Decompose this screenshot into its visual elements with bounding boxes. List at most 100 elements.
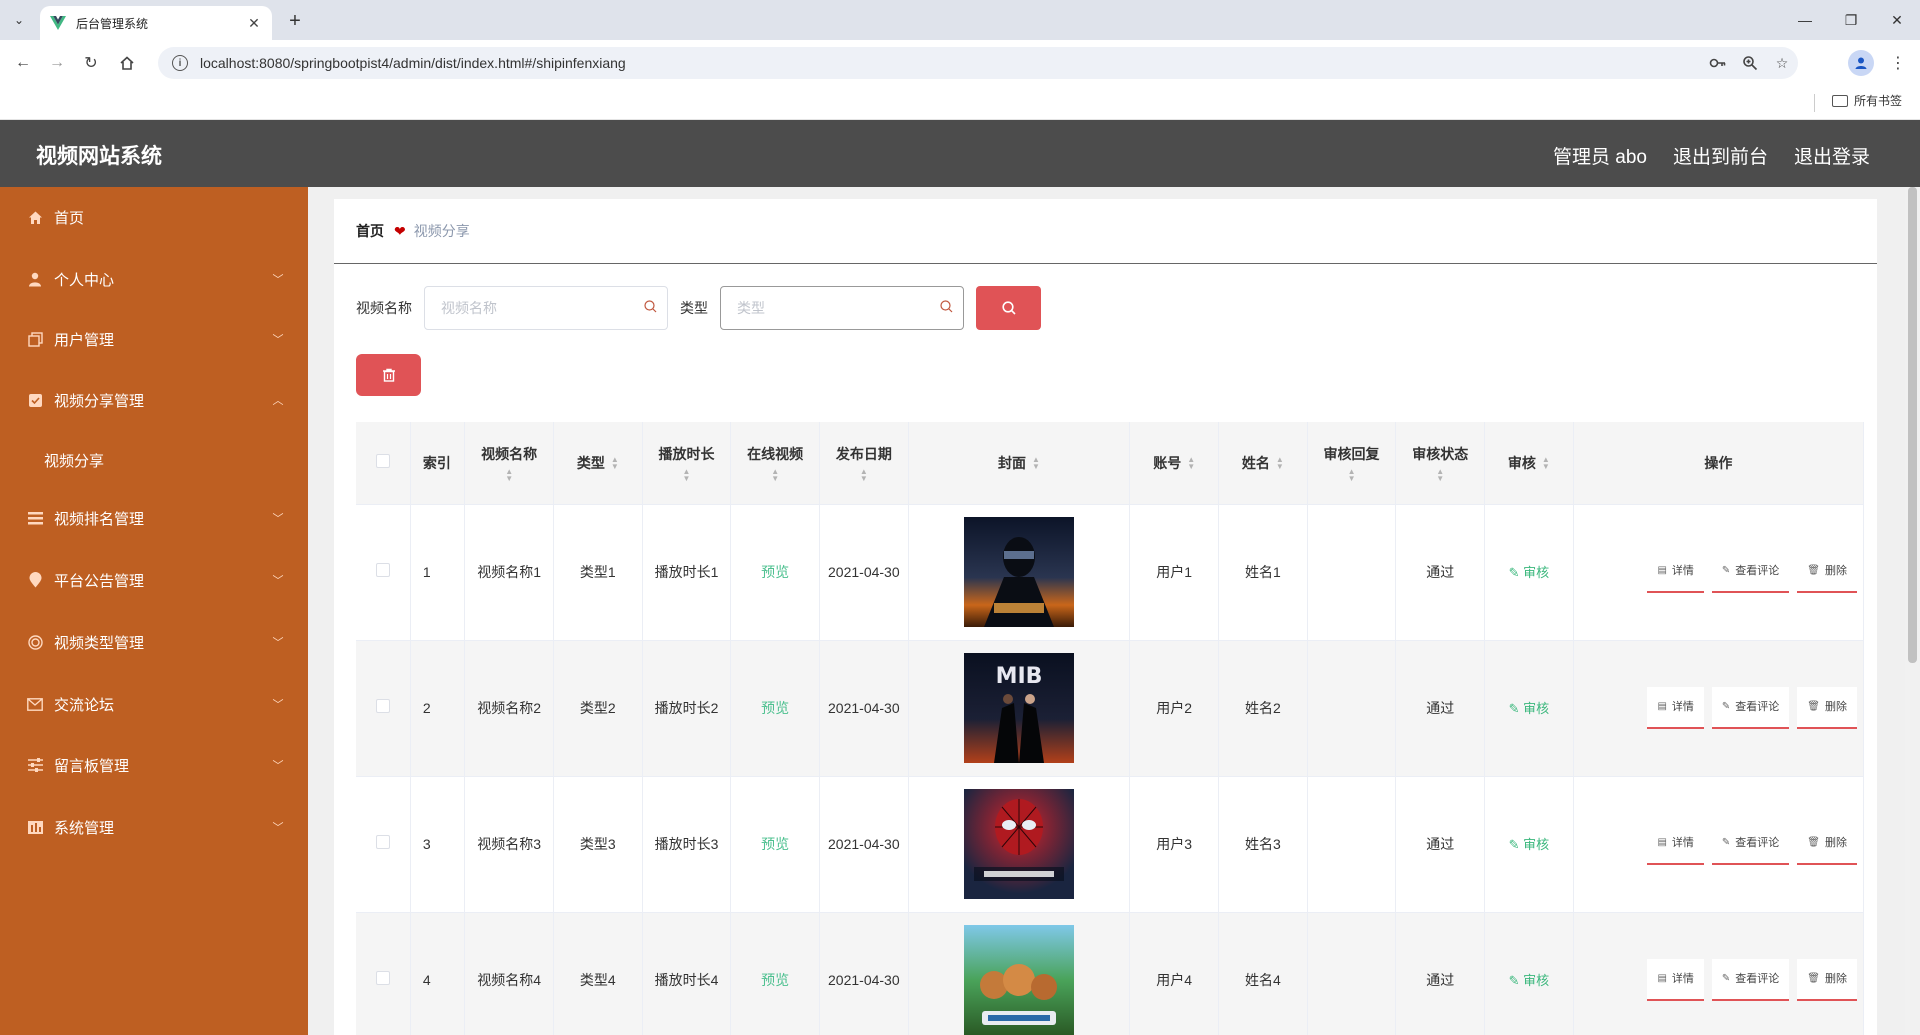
cell-realname: 姓名4 <box>1218 912 1308 1035</box>
select-all-checkbox[interactable] <box>375 454 390 469</box>
col-date[interactable]: 发布日期 ▲ ▼ <box>819 422 909 505</box>
sort-icon[interactable]: ▲ ▼ <box>611 455 619 470</box>
type-input[interactable] <box>737 300 940 316</box>
view-comments-button[interactable]: ✎ 查看评论 <box>1711 823 1790 865</box>
row-checkbox[interactable] <box>375 835 390 849</box>
comments-label: 查看评论 <box>1735 973 1780 985</box>
browser-tab[interactable]: 后台管理系统 ✕ <box>40 6 272 40</box>
cover-image[interactable]: MIB <box>964 653 1075 763</box>
delete-row-button[interactable]: 🗑 删除 <box>1797 687 1857 729</box>
cell-ops: ▤ 详情 ✎ 查看评论 🗑 删除 <box>1573 776 1865 913</box>
col-account[interactable]: 账号 ▲ ▼ <box>1129 422 1220 505</box>
profile-avatar-icon[interactable] <box>1848 50 1874 76</box>
col-reply[interactable]: 审核回复 ▲ ▼ <box>1307 422 1397 505</box>
sidebar-item-users[interactable]: 用户管理 ﹀ <box>0 319 308 359</box>
preview-link[interactable]: 预览 <box>761 564 789 580</box>
row-checkbox[interactable] <box>375 971 390 985</box>
sidebar-item-ranking[interactable]: 视频排名管理 ﹀ <box>0 498 308 538</box>
sort-icon[interactable]: ▲ ▼ <box>1032 455 1040 470</box>
sidebar-item-forum[interactable]: 交流论坛 ﹀ <box>0 684 308 724</box>
tab-search-chevron-icon[interactable]: ⌄ <box>6 8 32 32</box>
sidebar-item-home[interactable]: 首页 <box>0 197 308 237</box>
exit-to-front-link[interactable]: 退出到前台 <box>1673 142 1768 169</box>
video-name-input[interactable] <box>441 300 644 316</box>
col-status[interactable]: 审核状态 ▲ ▼ <box>1395 422 1486 505</box>
col-name[interactable]: 视频名称 ▲ ▼ <box>464 422 554 505</box>
back-icon[interactable]: ← <box>10 50 36 76</box>
row-checkbox[interactable] <box>375 563 390 577</box>
sidebar-item-announcements[interactable]: 平台公告管理 ﹀ <box>0 560 308 600</box>
delete-row-button[interactable]: 🗑 删除 <box>1797 959 1857 1001</box>
col-type-label: 类型 <box>576 454 605 471</box>
minimize-icon[interactable]: — <box>1782 0 1828 40</box>
view-comments-button[interactable]: ✎ 查看评论 <box>1711 687 1790 729</box>
zoom-icon[interactable] <box>1734 55 1766 71</box>
sidebar-item-label: 系统管理 <box>54 819 115 837</box>
sidebar-item-messages[interactable]: 留言板管理 ﹀ <box>0 745 308 785</box>
search-button[interactable] <box>976 286 1041 330</box>
page-scrollbar[interactable] <box>1905 187 1920 1035</box>
col-cover[interactable]: 封面 ▲ ▼ <box>908 422 1131 505</box>
detail-button[interactable]: ▤ 详情 <box>1647 687 1704 729</box>
col-realname-label: 姓名 <box>1241 454 1270 471</box>
password-key-icon[interactable] <box>1702 57 1734 69</box>
sidebar-subitem-video-share[interactable]: 视频分享 <box>44 450 104 471</box>
detail-button[interactable]: ▤ 详情 <box>1647 959 1704 1001</box>
tab-close-icon[interactable]: ✕ <box>246 15 262 32</box>
cell-index: 4 <box>410 912 466 1035</box>
logout-link[interactable]: 退出登录 <box>1794 142 1870 169</box>
window-close-icon[interactable]: ✕ <box>1874 0 1920 40</box>
col-realname[interactable]: 姓名 ▲ ▼ <box>1218 422 1308 505</box>
sort-icon[interactable]: ▲ ▼ <box>469 467 549 482</box>
audit-link[interactable]: ✎ 审核 <box>1509 565 1550 580</box>
sidebar-item-video-types[interactable]: 视频类型管理 ﹀ <box>0 622 308 662</box>
delete-row-button[interactable]: 🗑 删除 <box>1797 551 1857 593</box>
sort-icon[interactable]: ▲ ▼ <box>1276 455 1284 470</box>
bookmark-star-icon[interactable]: ☆ <box>1766 55 1798 72</box>
detail-button[interactable]: ▤ 详情 <box>1647 823 1704 865</box>
forward-icon[interactable]: → <box>44 50 70 76</box>
delete-row-button[interactable]: 🗑 删除 <box>1797 823 1857 865</box>
audit-link[interactable]: ✎ 审核 <box>1509 973 1550 988</box>
sort-icon[interactable]: ▲ ▼ <box>1400 467 1480 482</box>
reload-icon[interactable]: ↻ <box>78 50 104 76</box>
sort-icon[interactable]: ▲ ▼ <box>1542 455 1550 470</box>
sort-icon[interactable]: ▲ ▼ <box>1312 467 1392 482</box>
sidebar-item-personal[interactable]: 个人中心 ﹀ <box>0 259 308 299</box>
breadcrumb-home[interactable]: 首页 <box>356 221 384 241</box>
sort-icon[interactable]: ▲ ▼ <box>735 467 815 482</box>
cell-status: 通过 <box>1395 640 1486 777</box>
scrollbar-thumb[interactable] <box>1908 187 1917 663</box>
row-checkbox[interactable] <box>375 699 390 713</box>
sidebar-item-video-share-mgmt[interactable]: 视频分享管理 ︿ <box>0 380 308 420</box>
col-duration[interactable]: 播放时长 ▲ ▼ <box>642 422 732 505</box>
preview-link[interactable]: 预览 <box>761 972 789 988</box>
view-comments-button[interactable]: ✎ 查看评论 <box>1711 551 1790 593</box>
view-comments-button[interactable]: ✎ 查看评论 <box>1711 959 1790 1001</box>
sidebar-item-system[interactable]: 系统管理 ﹀ <box>0 807 308 847</box>
detail-button[interactable]: ▤ 详情 <box>1647 551 1704 593</box>
sort-icon[interactable]: ▲ ▼ <box>647 467 727 482</box>
browser-menu-icon[interactable]: ⋮ <box>1888 50 1908 76</box>
col-online[interactable]: 在线视频 ▲ ▼ <box>730 422 820 505</box>
audit-link[interactable]: ✎ 审核 <box>1509 701 1550 716</box>
preview-link[interactable]: 预览 <box>761 836 789 852</box>
home-button-icon[interactable] <box>114 50 140 76</box>
all-bookmarks[interactable]: 所有书签 <box>1832 92 1902 109</box>
cover-image[interactable] <box>964 517 1075 627</box>
restore-icon[interactable]: ❐ <box>1828 0 1874 40</box>
detail-label: 详情 <box>1671 701 1694 713</box>
sidebar-item-label: 视频分享管理 <box>54 392 145 410</box>
cover-image[interactable] <box>964 789 1075 899</box>
audit-link[interactable]: ✎ 审核 <box>1509 837 1550 852</box>
new-tab-icon[interactable]: + <box>282 8 308 34</box>
batch-delete-button[interactable] <box>356 354 421 396</box>
preview-link[interactable]: 预览 <box>761 700 789 716</box>
cover-image[interactable] <box>964 925 1075 1035</box>
sort-icon[interactable]: ▲ ▼ <box>824 467 904 482</box>
col-type[interactable]: 类型 ▲ ▼ <box>553 422 643 505</box>
site-info-icon[interactable]: i <box>172 55 188 71</box>
sort-icon[interactable]: ▲ ▼ <box>1187 455 1195 470</box>
address-bar[interactable]: i localhost:8080/springbootpist4/admin/d… <box>158 47 1798 79</box>
col-audit[interactable]: 审核 ▲ ▼ <box>1484 422 1574 505</box>
